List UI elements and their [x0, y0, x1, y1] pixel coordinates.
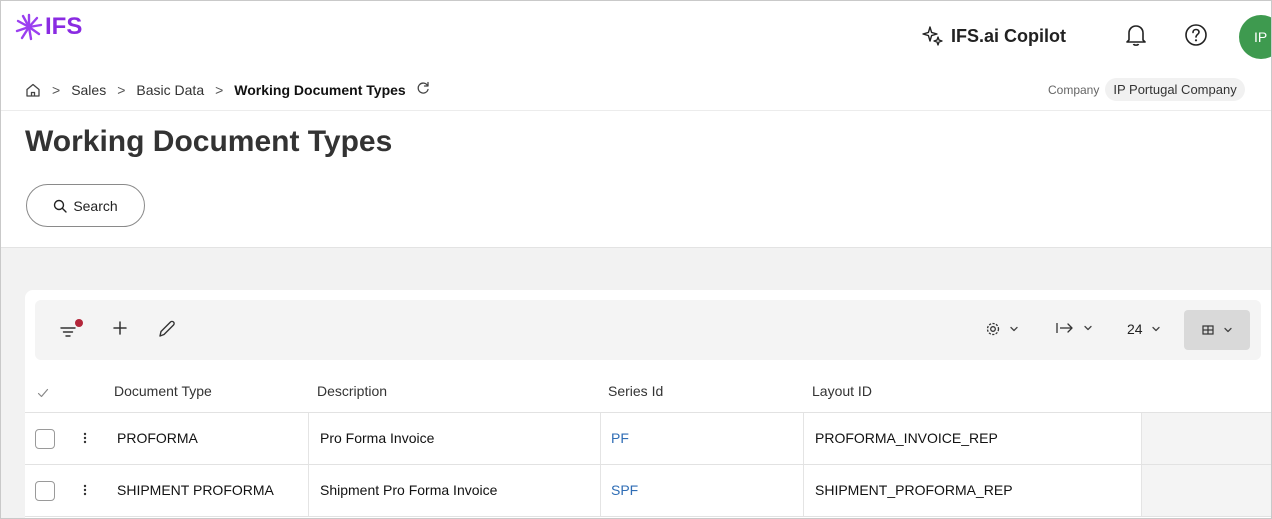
ifs-burst-icon — [15, 13, 43, 41]
search-icon — [54, 199, 68, 213]
chevron-down-icon — [1010, 326, 1018, 332]
chevron-down-icon — [1224, 327, 1232, 333]
chevron-down-icon — [1151, 326, 1160, 332]
column-divider — [308, 465, 309, 516]
table-view-dropdown[interactable] — [1184, 310, 1250, 350]
select-all-check-icon[interactable] — [37, 388, 49, 398]
sparkle-icon — [922, 26, 943, 46]
column-divider — [1141, 413, 1142, 464]
settings-dropdown[interactable] — [985, 321, 1019, 337]
column-header-layout-id[interactable]: Layout ID — [812, 383, 872, 399]
column-divider — [308, 413, 309, 464]
breadcrumb-current: Working Document Types — [234, 81, 406, 98]
table-header: Document Type Description Series Id Layo… — [25, 371, 1271, 413]
column-divider — [600, 465, 601, 516]
app-frame: IFS IFS.ai Copilot IP > Sales > Basic Da… — [0, 0, 1272, 519]
copilot-button[interactable]: IFS.ai Copilot — [922, 25, 1066, 47]
bell-icon — [1126, 25, 1146, 46]
breadcrumb-bar: > Sales > Basic Data > Working Document … — [1, 69, 1271, 111]
cell-series-id-link[interactable]: PF — [611, 430, 629, 446]
cell-series-id-link[interactable]: SPF — [611, 482, 638, 498]
settings-icon — [986, 322, 1000, 336]
company-label: Company — [1048, 82, 1100, 97]
chevron-right-icon: > — [215, 81, 224, 98]
notifications-button[interactable] — [1125, 23, 1147, 52]
help-button[interactable] — [1184, 23, 1208, 52]
filter-icon — [60, 319, 83, 337]
top-bar: IFS IFS.ai Copilot IP — [1, 1, 1271, 69]
column-divider — [803, 413, 804, 464]
breadcrumb: > Sales > Basic Data > Working Document … — [25, 81, 430, 98]
column-divider — [600, 413, 601, 464]
breadcrumb-sales[interactable]: Sales — [71, 82, 106, 98]
edit-button[interactable] — [157, 319, 177, 339]
rows-per-page-dropdown[interactable]: 24 — [1127, 321, 1161, 337]
help-icon — [1185, 24, 1207, 46]
row-checkbox[interactable] — [35, 429, 55, 449]
search-button[interactable]: Search — [26, 184, 145, 227]
home-icon[interactable] — [25, 82, 41, 98]
chevron-right-icon: > — [117, 81, 126, 98]
row-filler — [1142, 413, 1271, 464]
company-value[interactable]: IP Portugal Company — [1105, 78, 1245, 101]
table-row[interactable]: SHIPMENT PROFORMA Shipment Pro Forma Inv… — [25, 465, 1271, 517]
search-label: Search — [73, 197, 118, 214]
rows-per-page-value: 24 — [1127, 321, 1143, 337]
cell-layout-id: SHIPMENT_PROFORMA_REP — [815, 482, 1013, 498]
column-divider — [803, 465, 804, 516]
column-divider — [1141, 465, 1142, 516]
user-avatar[interactable]: IP — [1239, 15, 1271, 59]
cell-description: Shipment Pro Forma Invoice — [320, 482, 498, 498]
add-button[interactable] — [111, 319, 129, 337]
company-selector[interactable]: Company IP Portugal Company — [1048, 78, 1245, 101]
logo-text: IFS — [45, 13, 83, 40]
column-freeze-dropdown[interactable] — [1055, 321, 1093, 335]
cell-description: Pro Forma Invoice — [320, 430, 435, 446]
refresh-icon[interactable] — [416, 81, 430, 98]
column-header-document-type[interactable]: Document Type — [114, 383, 212, 399]
column-header-description[interactable]: Description — [317, 383, 387, 399]
cell-document-type: SHIPMENT PROFORMA — [117, 482, 274, 498]
edit-icon — [159, 320, 175, 337]
row-menu-icon[interactable] — [82, 429, 88, 447]
tab-arrow-icon — [1056, 323, 1073, 333]
table-row[interactable]: PROFORMA Pro Forma Invoice PF PROFORMA_I… — [25, 413, 1271, 465]
copilot-label: IFS.ai Copilot — [951, 25, 1066, 46]
page-title: Working Document Types — [25, 125, 393, 158]
breadcrumb-basic-data[interactable]: Basic Data — [136, 82, 204, 98]
row-checkbox[interactable] — [35, 481, 55, 501]
add-icon — [113, 321, 127, 335]
cell-document-type: PROFORMA — [117, 430, 198, 446]
column-header-series-id[interactable]: Series Id — [608, 383, 663, 399]
cell-layout-id: PROFORMA_INVOICE_REP — [815, 430, 998, 446]
chevron-right-icon: > — [52, 81, 61, 98]
row-menu-icon[interactable] — [82, 481, 88, 499]
avatar-initials: IP — [1254, 29, 1268, 45]
row-filler — [1142, 465, 1271, 516]
ifs-logo[interactable]: IFS — [15, 13, 82, 41]
filter-button[interactable] — [59, 319, 85, 341]
table-view-icon — [1202, 325, 1214, 335]
chevron-down-icon — [1084, 325, 1092, 331]
